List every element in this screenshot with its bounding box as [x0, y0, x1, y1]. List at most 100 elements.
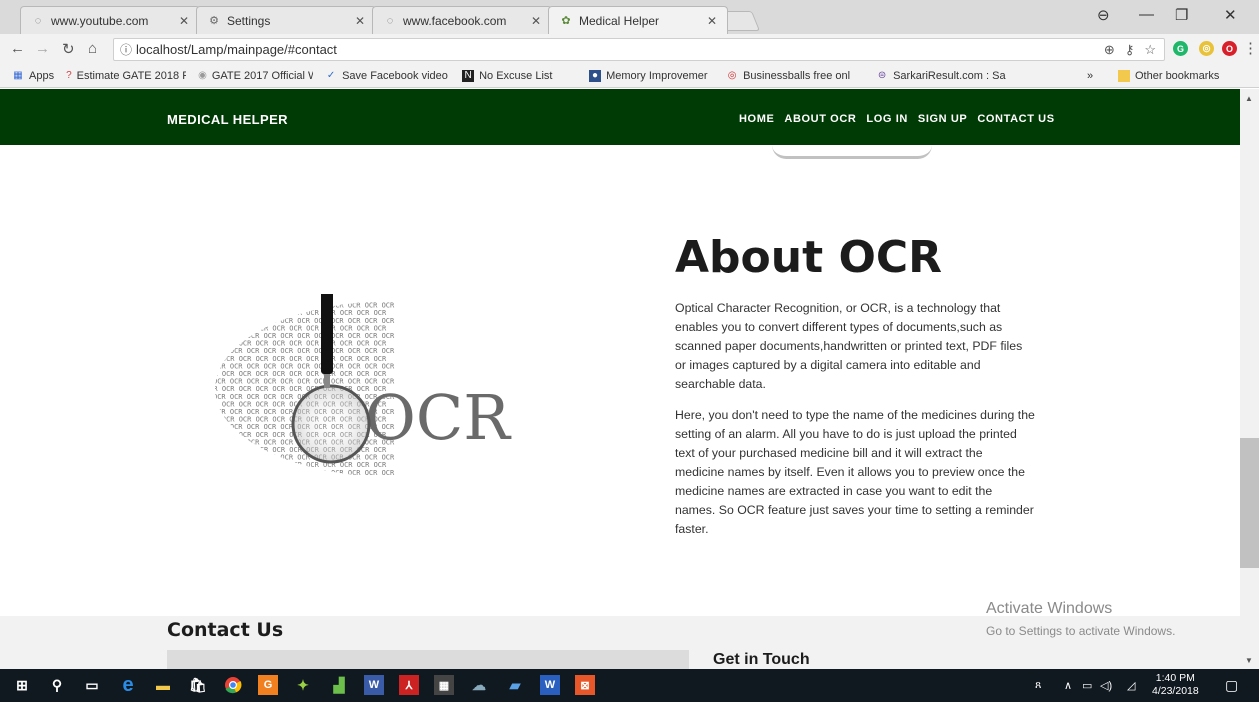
activate-windows-subtext: Go to Settings to activate Windows. — [986, 624, 1176, 638]
tab-settings[interactable]: ⚙ Settings ✕ — [196, 6, 376, 34]
ocr-pattern-row: OCR OCR OCR OCR OCR OCR OCR OCR OCR OCR … — [213, 294, 387, 302]
calculator-icon[interactable]: ▦ — [434, 675, 454, 695]
scroll-up-arrow[interactable]: ▲ — [1245, 94, 1253, 103]
volume-icon[interactable]: ◁) — [1100, 679, 1112, 692]
app-icon[interactable]: ▟ — [329, 675, 349, 695]
bookmark-favicon: ⊜ — [877, 70, 887, 81]
close-tab-icon[interactable]: ✕ — [355, 14, 365, 28]
bookmarks-overflow-button[interactable]: » — [1087, 70, 1093, 82]
close-window-button[interactable]: ✕ — [1224, 6, 1237, 24]
bookmark-item[interactable]: ✓ Save Facebook video — [325, 70, 450, 82]
scrollbar-thumb[interactable] — [1240, 438, 1259, 568]
app-icon[interactable]: ☁ — [469, 675, 489, 695]
other-bookmarks[interactable]: Other bookmarks — [1118, 69, 1220, 82]
scroll-down-arrow[interactable]: ▼ — [1245, 656, 1253, 665]
minimize-button[interactable]: — — [1139, 6, 1154, 23]
magnifier-lens — [291, 384, 371, 464]
ocr-big-word: OCR — [365, 381, 512, 454]
site-nav-links: HOME ABOUT OCR LOG IN SIGN UP CONTACT US — [739, 113, 1055, 125]
bookmark-label: GATE 2017 Official W — [211, 69, 314, 82]
tab-title: www.youtube.com — [51, 13, 149, 28]
app-icon[interactable]: ✦ — [293, 675, 313, 695]
tab-youtube[interactable]: ◌ www.youtube.com ✕ — [20, 6, 200, 34]
people-icon[interactable]: ጸ — [1035, 679, 1041, 692]
wifi-icon[interactable]: ◿ — [1127, 679, 1135, 692]
menu-icon[interactable]: ⋮ — [1243, 39, 1258, 57]
bookmarks-bar: ▦ Apps ? Estimate GATE 2018 F ◉ GATE 201… — [0, 64, 1259, 88]
task-view-icon[interactable]: ▭ — [82, 675, 102, 695]
extension-icon[interactable]: ◎ — [1199, 41, 1214, 56]
about-ocr-title: About OCR — [675, 232, 943, 283]
forward-button[interactable]: → — [35, 40, 50, 57]
activate-windows-watermark: Activate Windows — [986, 600, 1113, 617]
restore-button[interactable]: ❐ — [1175, 6, 1188, 24]
tab-title: Settings — [227, 13, 271, 28]
windows-taskbar: ⊞ ⚲ ▭ e ▬ 🛍 G ✦ ▟ W ⅄ ▦ ☁ ▰ W ⊠ ጸ ∧ ▭ ◁)… — [0, 669, 1259, 702]
notifications-icon[interactable]: ▢ — [1225, 677, 1238, 694]
xampp-icon[interactable]: ⊠ — [575, 675, 595, 695]
info-icon[interactable]: ⓘ — [120, 41, 132, 58]
nav-contact-us[interactable]: CONTACT US — [977, 113, 1054, 125]
clock-time: 1:40 PM — [1155, 672, 1195, 684]
edge-icon[interactable]: e — [118, 674, 138, 696]
battery-icon[interactable]: ▭ — [1082, 679, 1092, 692]
reload-button[interactable]: ↻ — [62, 40, 75, 58]
magnifier-neck — [324, 374, 330, 388]
profile-icon[interactable]: ⊖ — [1097, 6, 1110, 24]
folder-icon — [1118, 69, 1130, 82]
tab-title: Medical Helper — [579, 13, 660, 28]
page-scrollbar[interactable] — [1240, 89, 1259, 669]
bookmark-label: Apps — [29, 69, 55, 82]
app-icon[interactable]: ▰ — [505, 675, 525, 695]
close-tab-icon[interactable]: ✕ — [707, 14, 717, 28]
word-icon[interactable]: W — [540, 675, 560, 695]
tray-chevron-icon[interactable]: ∧ — [1064, 679, 1072, 692]
acrobat-icon[interactable]: ⅄ — [399, 675, 419, 695]
bookmark-item[interactable]: N No Excuse List — [462, 69, 577, 82]
taskbar-clock[interactable]: 1:40 PM 4/23/2018 — [1152, 672, 1199, 698]
key-icon[interactable]: ⚷ — [1125, 42, 1135, 58]
opera-extension-icon[interactable]: O — [1222, 41, 1237, 56]
tab-facebook[interactable]: ◌ www.facebook.com ✕ — [372, 6, 552, 34]
home-button[interactable]: ⌂ — [88, 40, 97, 57]
back-button[interactable]: ← — [10, 40, 25, 57]
nav-log-in[interactable]: LOG IN — [866, 113, 908, 125]
site-navbar: MEDICAL HELPER HOME ABOUT OCR LOG IN SIG… — [0, 89, 1240, 145]
tab-medical-helper[interactable]: ✿ Medical Helper ✕ — [548, 6, 728, 34]
loading-icon: ◌ — [386, 14, 394, 27]
store-icon[interactable]: 🛍 — [188, 675, 208, 695]
word-icon[interactable]: W — [364, 675, 384, 695]
bookmark-label: Memory Improvemer — [606, 69, 708, 82]
app-icon[interactable]: G — [258, 675, 278, 695]
decorative-shape — [772, 145, 932, 159]
address-bar[interactable]: ⓘ localhost/Lamp/mainpage/#contact ⊕ ⚷ ☆ — [113, 38, 1165, 61]
close-tab-icon[interactable]: ✕ — [179, 14, 189, 28]
search-icon[interactable]: ⚲ — [47, 675, 67, 695]
nav-sign-up[interactable]: SIGN UP — [918, 113, 967, 125]
chrome-icon[interactable] — [223, 675, 243, 695]
bookmark-item[interactable]: ● Memory Improvemer — [589, 69, 714, 82]
loading-icon: ◌ — [34, 14, 42, 27]
page-viewport: MEDICAL HELPER HOME ABOUT OCR LOG IN SIG… — [0, 89, 1240, 669]
bookmark-item[interactable]: ⊜ SarkariResult.com : Sa — [876, 70, 1016, 82]
bookmark-item[interactable]: ? Estimate GATE 2018 F — [66, 70, 186, 82]
zoom-icon[interactable]: ⊕ — [1104, 42, 1115, 58]
bookmark-label: Other bookmarks — [1135, 69, 1220, 82]
grammarly-extension-icon[interactable]: G — [1173, 41, 1188, 56]
star-icon[interactable]: ☆ — [1144, 42, 1156, 58]
site-brand[interactable]: MEDICAL HELPER — [167, 112, 288, 127]
apps-grid-icon: ▦ — [13, 70, 23, 81]
nav-home[interactable]: HOME — [739, 113, 774, 125]
bookmark-item[interactable]: ◎ Businessballs free onl — [726, 70, 864, 82]
file-explorer-icon[interactable]: ▬ — [153, 675, 173, 695]
windows-start-icon[interactable]: ⊞ — [12, 675, 32, 695]
bookmark-apps[interactable]: ▦ Apps — [12, 70, 54, 82]
tab-strip: ◌ www.youtube.com ✕ ⚙ Settings ✕ ◌ www.f… — [0, 0, 1259, 34]
close-tab-icon[interactable]: ✕ — [531, 14, 541, 28]
bookmark-label: No Excuse List — [479, 69, 553, 82]
bookmark-label: Save Facebook video — [342, 69, 448, 82]
nav-about-ocr[interactable]: ABOUT OCR — [784, 113, 856, 125]
bookmark-label: Estimate GATE 2018 F — [76, 69, 187, 82]
bookmark-favicon: ◎ — [727, 70, 737, 81]
bookmark-item[interactable]: ◉ GATE 2017 Official W — [198, 70, 313, 82]
